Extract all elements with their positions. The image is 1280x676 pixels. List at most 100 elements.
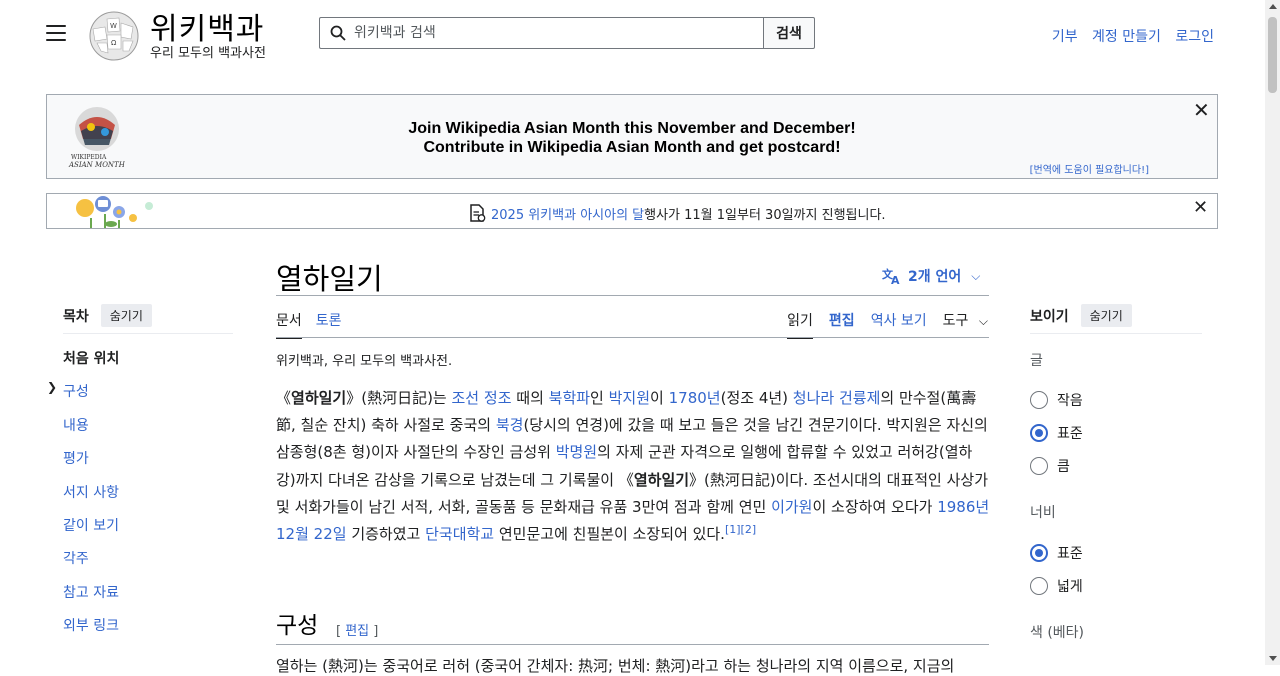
search-icon (330, 25, 346, 41)
radio-label: 큼 (1057, 459, 1070, 475)
toc-item-notes[interactable]: 각주 (63, 548, 119, 581)
wikipedia-tagline: 우리 모두의 백과사전 (150, 46, 266, 61)
radio-label: 작음 (1057, 393, 1083, 409)
flowers-decoration (76, 196, 153, 228)
title-divider (276, 295, 989, 296)
appearance-header: 보이기 숨기기 (1030, 304, 1132, 327)
page-scrollbar[interactable] (1265, 0, 1280, 665)
asian-month-link[interactable]: 2025 위키백과 아시아의 달 (491, 204, 644, 223)
view-tabs: 읽기 편집 역사 보기 도구 ⌵ (787, 310, 988, 339)
appearance-title: 보이기 (1030, 308, 1069, 325)
close-icon[interactable]: ✕ (1193, 100, 1210, 120)
section-paragraph: 열하는 (熱河)는 중국어로 러허 (중국어 간체자: 热河; 번체: 熱河)라… (276, 657, 955, 675)
donate-link[interactable]: 기부 (1052, 29, 1078, 45)
color-label: 색 (베타) (1030, 625, 1085, 641)
svg-text:Ω: Ω (111, 39, 117, 47)
page-title: 열하일기 (276, 262, 383, 296)
personal-tools: 기부 계정 만들기 로그인 (1042, 26, 1214, 46)
link-dankook[interactable]: 단국대학교 (425, 525, 494, 543)
link-joseon[interactable]: 조선 (452, 389, 480, 407)
toc-item-content[interactable]: 내용 (63, 415, 119, 448)
radio-width-wide[interactable]: 넓게 (1030, 576, 1083, 596)
radio-text-standard[interactable]: 표준 (1030, 423, 1083, 443)
radio-label: 넓게 (1057, 579, 1083, 595)
link-qing[interactable]: 청나라 (793, 389, 834, 407)
asian-month-banner: WIKIPEDIA ASIAN MONTH Join Wikipedia Asi… (46, 94, 1218, 179)
banner-line-1: Join Wikipedia Asian Month this November… (408, 120, 856, 137)
search-button[interactable]: 검색 (763, 17, 815, 49)
scroll-down-icon[interactable] (1269, 656, 1277, 661)
asian-month-notice: 2025 위키백과 아시아의 달 행사가 11월 1일부터 30일까지 진행됩니… (46, 193, 1218, 229)
scroll-thumb[interactable] (1268, 17, 1277, 93)
tools-label: 도구 (942, 313, 969, 329)
search-input[interactable] (352, 24, 736, 42)
section-heading-structure: 구성 (276, 613, 319, 639)
notice-text: 행사가 11월 1일부터 30일까지 진행됩니다. (644, 207, 886, 223)
appearance-divider (1030, 333, 1202, 334)
document-icon (470, 204, 486, 222)
wikipedia-globe-logo[interactable]: W Ω (87, 9, 141, 63)
toc-item-bibliography[interactable]: 서지 사항 (63, 482, 119, 515)
link-qianlong[interactable]: 건륭제 (839, 389, 880, 407)
ref-2[interactable]: [2] (741, 523, 757, 536)
radio-label: 표준 (1057, 546, 1083, 562)
tab-article[interactable]: 문서 (276, 310, 302, 339)
search-field[interactable] (319, 17, 763, 49)
link-jeongjo[interactable]: 정조 (484, 389, 512, 407)
width-label: 너비 (1030, 505, 1056, 521)
tabs-divider (276, 337, 989, 338)
scroll-up-icon[interactable] (1269, 4, 1277, 9)
toc-list: 처음 위치 구성 내용 평가 서지 사항 같이 보기 각주 참고 자료 외부 링… (63, 348, 119, 649)
link-park-jiwon[interactable]: 박지원 (609, 389, 650, 407)
tab-history[interactable]: 역사 보기 (871, 310, 927, 339)
link-bukhakpa[interactable]: 북학파 (549, 389, 590, 407)
translation-help-link[interactable]: [번역에 도움이 필요합니다!] (1030, 161, 1149, 176)
notice-message: 2025 위키백과 아시아의 달 행사가 11월 1일부터 30일까지 진행됩니… (467, 203, 886, 223)
appearance-hide-button[interactable]: 숨기기 (1080, 304, 1132, 327)
toc-title: 목차 (63, 308, 89, 325)
link-lee-gawon[interactable]: 이가원 (771, 498, 812, 516)
radio-width-standard[interactable]: 표준 (1030, 543, 1083, 563)
login-link[interactable]: 로그인 (1175, 29, 1214, 45)
toc-item-external-links[interactable]: 외부 링크 (63, 615, 119, 648)
svg-text:W: W (110, 22, 117, 30)
translate-icon: 文 A (882, 267, 900, 285)
toc-item-evaluation[interactable]: 평가 (63, 448, 119, 481)
lead-paragraph: 《열하일기》(熱河日記)는 조선 정조 때의 북학파인 박지원이 1780년(정… (276, 389, 990, 544)
toc-item-see-also[interactable]: 같이 보기 (63, 515, 119, 548)
section-divider (276, 644, 989, 645)
close-icon[interactable]: ✕ (1193, 198, 1208, 218)
link-1986[interactable]: 1986년 12월 22일 (276, 498, 989, 543)
section-edit-label[interactable]: 편집 (345, 624, 369, 639)
toc-hide-button[interactable]: 숨기기 (100, 304, 152, 327)
toc-item-structure[interactable]: 구성 (63, 381, 119, 414)
chevron-right-icon[interactable]: ❯ (47, 380, 57, 394)
svg-text:A: A (891, 274, 900, 285)
main-menu-button[interactable] (46, 25, 66, 43)
tools-dropdown[interactable]: 도구 ⌵ (943, 310, 988, 339)
link-beijing[interactable]: 북경 (496, 416, 524, 434)
radio-text-small[interactable]: 작음 (1030, 390, 1083, 410)
tab-talk[interactable]: 토론 (316, 310, 342, 339)
namespace-tabs: 문서 토론 (276, 310, 342, 339)
ref-1[interactable]: [1] (725, 523, 741, 536)
toc-item-references[interactable]: 참고 자료 (63, 582, 119, 615)
section-edit-link[interactable]: [ 편집 ] (336, 620, 378, 639)
link-park-myeongwon[interactable]: 박명원 (556, 443, 597, 461)
toc-header: 목차 숨기기 (63, 304, 152, 327)
tab-edit[interactable]: 편집 (829, 310, 855, 339)
language-button[interactable]: 文 A 2개 언어 ⌵ (882, 266, 980, 286)
tab-read[interactable]: 읽기 (787, 310, 813, 339)
radio-text-large[interactable]: 큼 (1030, 456, 1070, 476)
text-size-label: 글 (1030, 353, 1043, 369)
site-subtitle: 위키백과, 우리 모두의 백과사전. (276, 354, 453, 369)
toc-divider (63, 333, 233, 334)
banner-line-2: Contribute in Wikipedia Asian Month and … (423, 139, 841, 156)
link-1780[interactable]: 1780년 (669, 389, 721, 407)
language-count: 2개 언어 (908, 269, 962, 285)
chevron-down-icon: ⌵ (978, 314, 988, 328)
toc-item-top[interactable]: 처음 위치 (63, 348, 119, 381)
create-account-link[interactable]: 계정 만들기 (1092, 29, 1161, 45)
banner-message: Join Wikipedia Asian Month this November… (47, 119, 1217, 157)
radio-label: 표준 (1057, 426, 1083, 442)
